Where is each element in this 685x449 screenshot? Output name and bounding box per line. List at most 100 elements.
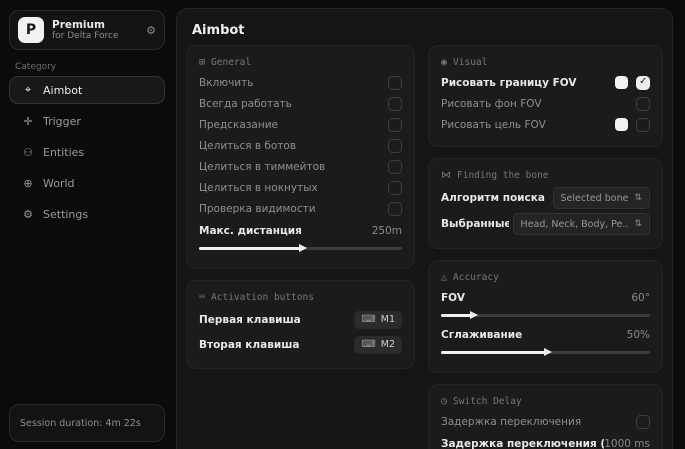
gear-icon: ⚙	[20, 208, 36, 221]
setting-row-draw-fov-target: Рисовать цель FOV	[441, 114, 650, 135]
setting-label: Задержка переключения (мс)	[441, 438, 604, 449]
select-value: Selected bone	[561, 193, 629, 204]
select-value: Head, Neck, Body, Pe..	[521, 219, 629, 230]
setting-label: Макс. дистанция	[199, 225, 302, 237]
setting-label: Сглаживание	[441, 329, 522, 341]
color-swatch[interactable]	[615, 76, 628, 89]
setting-label: Рисовать фон FOV	[441, 98, 542, 110]
card-visual-title: Visual	[453, 57, 487, 68]
session-duration: Session duration: 4m 22s	[9, 404, 165, 442]
checkbox[interactable]	[636, 97, 650, 111]
sidebar-nav: ⌖ Aimbot ✛ Trigger ⚇ Entities ⊕ World ⚙ …	[9, 76, 165, 231]
setting-label: Рисовать цель FOV	[441, 119, 546, 131]
setting-row-second-key: Вторая клавиша ⌨ M2	[199, 332, 402, 357]
checkbox[interactable]	[636, 76, 650, 90]
setting-row-max-distance: Макс. дистанция 250m	[199, 220, 402, 241]
setting-label: Целиться в нокнутых	[199, 182, 318, 194]
right-column: ◉ Visual Рисовать границу FOV Рисовать ф…	[428, 45, 663, 449]
setting-label: Вторая клавиша	[199, 339, 299, 351]
slider-value: 1000 ms	[604, 438, 650, 449]
triangle-icon: △	[441, 272, 447, 283]
bone-icon: ⋈	[441, 170, 451, 181]
checkbox[interactable]	[388, 160, 402, 174]
setting-row-switch-delay-ms: Задержка переключения (мс) 1000 ms	[441, 433, 650, 449]
trigger-icon: ✛	[20, 115, 36, 128]
globe-icon: ⊕	[20, 177, 36, 190]
keyboard-icon: ⌨	[361, 339, 375, 350]
app-logo: P	[18, 17, 44, 43]
slider-thumb[interactable]	[544, 348, 552, 356]
smoothing-slider[interactable]	[441, 347, 650, 357]
card-accuracy-title: Accuracy	[453, 272, 499, 283]
fov-slider[interactable]	[441, 310, 650, 320]
checkbox[interactable]	[636, 415, 650, 429]
setting-label: Целиться в ботов	[199, 140, 296, 152]
card-activation-buttons: ⌨ Activation buttons Первая клавиша ⌨ M1…	[186, 280, 415, 369]
setting-row-visibility-check: Проверка видимости	[199, 198, 402, 219]
max-distance-slider[interactable]	[199, 243, 402, 253]
gear-icon[interactable]: ⚙	[146, 24, 156, 37]
chevron-updown-icon: ⇅	[634, 219, 642, 229]
brand-title: Premium	[52, 19, 146, 31]
keybind-value: M2	[381, 339, 395, 350]
app-window: P Premium for Delta Force ⚙ Category ⌖ A…	[0, 0, 685, 449]
card-bone-title: Finding the bone	[457, 170, 549, 181]
checkbox[interactable]	[388, 139, 402, 153]
slider-value: 60°	[631, 292, 650, 304]
bone-algorithm-select[interactable]: Selected bone ⇅	[553, 187, 650, 209]
setting-row-draw-fov-background: Рисовать фон FOV	[441, 93, 650, 114]
grid-icon: ⊞	[199, 57, 205, 68]
checkbox[interactable]	[388, 76, 402, 90]
page-title: Aimbot	[192, 23, 245, 38]
setting-label: Всегда работать	[199, 98, 292, 110]
color-swatch[interactable]	[615, 118, 628, 131]
sidebar-item-aimbot[interactable]: ⌖ Aimbot	[9, 76, 165, 104]
checkbox[interactable]	[388, 202, 402, 216]
setting-row-first-key: Первая клавиша ⌨ M1	[199, 307, 402, 332]
setting-label: Алгоритм поиска кост	[441, 192, 549, 204]
sidebar-item-entities[interactable]: ⚇ Entities	[9, 138, 165, 166]
setting-row-selected-bones: Выбранные кос Head, Neck, Body, Pe.. ⇅	[441, 211, 650, 237]
selected-bones-select[interactable]: Head, Neck, Body, Pe.. ⇅	[513, 213, 650, 235]
sidebar-item-label: Aimbot	[43, 84, 82, 97]
sidebar-item-settings[interactable]: ⚙ Settings	[9, 200, 165, 228]
setting-row-prediction: Предсказание	[199, 114, 402, 135]
slider-thumb[interactable]	[470, 311, 478, 319]
timer-icon: ◷	[441, 396, 447, 407]
card-finding-the-bone: ⋈ Finding the bone Алгоритм поиска кост …	[428, 158, 663, 249]
brand-card: P Premium for Delta Force ⚙	[9, 10, 165, 50]
setting-row-switch-delay-toggle: Задержка переключения	[441, 411, 650, 432]
checkbox[interactable]	[636, 118, 650, 132]
setting-label: FOV	[441, 292, 465, 304]
keybind-value: M1	[381, 314, 395, 325]
slider-value: 250m	[372, 225, 402, 237]
keyboard-icon: ⌨	[361, 314, 375, 325]
category-label: Category	[15, 62, 56, 72]
checkbox[interactable]	[388, 118, 402, 132]
sidebar: P Premium for Delta Force ⚙ Category ⌖ A…	[5, 6, 169, 446]
checkbox[interactable]	[388, 97, 402, 111]
sidebar-item-label: Entities	[43, 146, 84, 159]
card-general: ⊞ General Включить Всегда работать Предс…	[186, 45, 415, 269]
setting-row-bone-algorithm: Алгоритм поиска кост Selected bone ⇅	[441, 185, 650, 211]
checkbox[interactable]	[388, 181, 402, 195]
chevron-updown-icon: ⇅	[634, 193, 642, 203]
keyboard-icon: ⌨	[199, 292, 205, 303]
slider-value: 50%	[627, 329, 650, 341]
sidebar-item-label: Trigger	[43, 115, 81, 128]
sidebar-item-world[interactable]: ⊕ World	[9, 169, 165, 197]
setting-label: Рисовать границу FOV	[441, 77, 577, 89]
keybind-button-m2[interactable]: ⌨ M2	[354, 336, 402, 354]
card-visual: ◉ Visual Рисовать границу FOV Рисовать ф…	[428, 45, 663, 147]
setting-label: Предсказание	[199, 119, 278, 131]
setting-label: Проверка видимости	[199, 203, 316, 215]
setting-row-enable: Включить	[199, 72, 402, 93]
keybind-button-m1[interactable]: ⌨ M1	[354, 311, 402, 329]
card-general-title: General	[211, 57, 251, 68]
card-accuracy: △ Accuracy FOV 60° Сглаживание 50%	[428, 260, 663, 373]
sidebar-item-trigger[interactable]: ✛ Trigger	[9, 107, 165, 135]
main-panel: Aimbot ⊞ General Включить Всегда работат…	[176, 8, 673, 449]
slider-thumb[interactable]	[299, 244, 307, 252]
eye-icon: ◉	[441, 57, 447, 68]
setting-row-target-teammates: Целиться в тиммейтов	[199, 156, 402, 177]
